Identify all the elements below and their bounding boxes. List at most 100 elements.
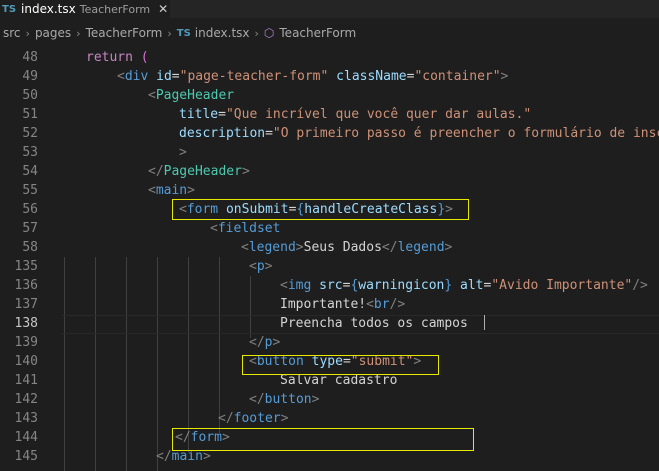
code-token: footer (233, 411, 281, 426)
breadcrumb-symbol[interactable]: TeacherForm (279, 26, 356, 40)
code-token: > (295, 240, 304, 255)
chevron-right-icon: › (25, 26, 30, 40)
code-text: </button> (249, 390, 319, 409)
code-token: legend (248, 240, 296, 255)
code-token: "Que incrível que você quer dar aulas." (225, 107, 532, 122)
code-token: </ (249, 335, 265, 350)
code-line[interactable]: 57 <fieldset (0, 219, 659, 238)
code-token: > (202, 449, 211, 464)
code-token: </ (156, 449, 172, 464)
code-token: alt (460, 278, 484, 293)
code-text: </footer> (218, 409, 288, 428)
line-number: 144 (14, 430, 38, 445)
code-token: img (287, 278, 320, 293)
code-line[interactable]: 52 description="O primeiro passo é preenc… (0, 124, 659, 143)
code-token: > (179, 145, 187, 160)
line-number: 141 (14, 373, 38, 388)
line-number: 49 (22, 69, 38, 84)
code-line[interactable]: 136 <img src={warningicon} alt="Avido Imp… (0, 276, 659, 295)
breadcrumb-file[interactable]: index.tsx (195, 26, 250, 40)
code-token: id (156, 69, 172, 84)
line-number: 140 (14, 354, 38, 369)
text-cursor (483, 315, 485, 330)
code-token: > (272, 335, 281, 350)
code-line[interactable]: 50 <PageHeader (0, 86, 659, 105)
tab-index-tsx[interactable]: TS index.tsx TeacherForm ✕ (0, 0, 170, 18)
code-token: > (311, 392, 320, 407)
code-line[interactable]: 137 Importante!<br/> (0, 295, 659, 314)
line-number: 53 (22, 145, 38, 160)
breadcrumb-folder[interactable]: TeacherForm (86, 26, 163, 40)
code-token: </ (218, 411, 234, 426)
code-token: < (148, 88, 156, 103)
breadcrumb-src[interactable]: src (3, 26, 21, 40)
code-line[interactable]: 139 </p> (0, 333, 659, 352)
code-token: </ (381, 240, 398, 255)
code-token: > (444, 240, 453, 255)
code-token: p (256, 259, 265, 274)
code-line[interactable]: 135 <p> (0, 257, 659, 276)
code-token: src (319, 278, 343, 293)
chevron-right-icon: › (76, 26, 81, 40)
code-line[interactable]: 51 title="Que incrível que você quer dar … (0, 105, 659, 124)
line-number: 54 (22, 164, 38, 179)
line-number: 139 (14, 335, 38, 350)
code-token: < (280, 278, 288, 293)
line-number: 143 (14, 411, 38, 426)
code-text: <img src={warningicon} alt="Avido Import… (280, 276, 648, 295)
highlight-box-form-open (172, 199, 469, 220)
line-number: 58 (22, 240, 38, 255)
code-text: description="O primeiro passo é preenche… (179, 124, 659, 143)
code-token: < (366, 297, 374, 312)
code-text: Preencha todos os campos (280, 314, 485, 333)
code-token: > (280, 411, 289, 426)
code-line[interactable]: 143 </footer> (0, 409, 659, 428)
highlight-box-button (242, 355, 439, 375)
code-token: } (444, 278, 461, 293)
breadcrumb-pages[interactable]: pages (35, 26, 71, 40)
code-line[interactable]: 49 <div id="page-teacher-form" className=… (0, 67, 659, 86)
line-number: 138 (14, 316, 38, 331)
highlight-box-form-close (172, 428, 474, 451)
code-token: Salvar cadastro (280, 373, 398, 388)
code-line[interactable]: 55 <main> (0, 181, 659, 200)
code-token: fieldset (217, 221, 281, 236)
code-text: > (179, 143, 187, 162)
close-icon[interactable]: ✕ (158, 2, 168, 16)
code-editor[interactable]: 48 return ( 49 <div id="page-teacher-form" … (0, 48, 659, 471)
code-token: /> (389, 297, 406, 312)
code-line[interactable]: 142 </button> (0, 390, 659, 409)
line-number: 136 (14, 278, 38, 293)
code-text: return ( (86, 48, 149, 67)
code-text: title="Que incrível que você quer dar au… (179, 105, 531, 124)
code-token: > (241, 164, 250, 179)
code-line[interactable]: 138 Preencha todos os campos (0, 314, 659, 334)
code-line[interactable]: 54 </PageHeader> (0, 162, 659, 181)
code-token: Importante! (280, 297, 367, 312)
code-token: main (171, 449, 203, 464)
code-token: className (336, 69, 407, 84)
code-token: < (210, 221, 218, 236)
line-number: 56 (22, 202, 38, 217)
code-token: br (373, 297, 390, 312)
code-line[interactable]: 48 return ( (0, 48, 659, 67)
typescript-icon: TS (2, 3, 17, 15)
line-number: 50 (22, 88, 38, 103)
chevron-right-icon: › (254, 26, 259, 40)
code-token: button (264, 392, 312, 407)
line-number: 137 (14, 297, 38, 312)
line-number: 135 (14, 259, 38, 274)
code-token: = (218, 107, 226, 122)
code-line[interactable]: 53 > (0, 143, 659, 162)
code-token: title (179, 107, 219, 122)
line-number: 57 (22, 221, 38, 236)
code-token: < (249, 259, 257, 274)
code-token: warningicon (358, 278, 445, 293)
code-token: Preencha todos os campos (280, 316, 484, 331)
code-line[interactable]: 58 <legend>Seus Dados</legend> (0, 238, 659, 257)
breadcrumb: src › pages › TeacherForm › TS index.tsx… (0, 22, 659, 44)
code-text: <div id="page-teacher-form" className="c… (117, 67, 508, 86)
code-text: <PageHeader (148, 86, 234, 105)
code-token: PageHeader (163, 164, 242, 179)
line-number: 145 (14, 449, 38, 464)
